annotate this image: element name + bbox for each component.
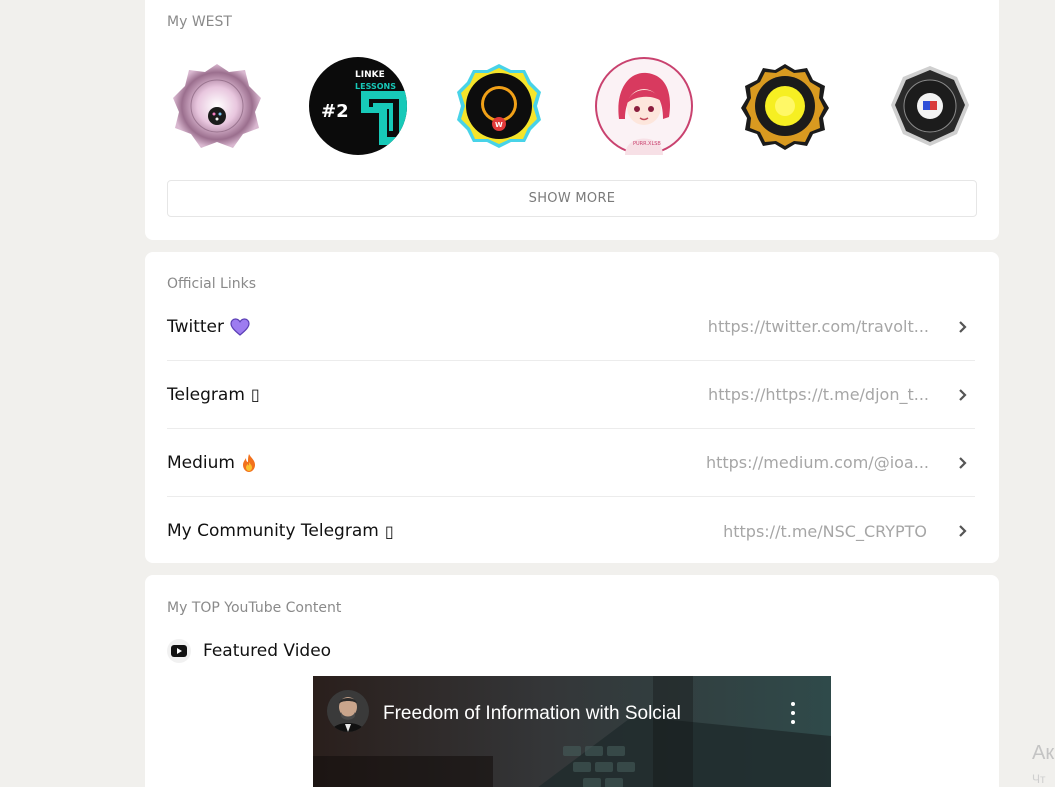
link-name: Medium xyxy=(167,452,235,473)
link-label: My Community Telegram ▯ xyxy=(167,521,394,541)
featured-video-label: Featured Video xyxy=(203,641,332,661)
link-list: Twitter https://twitter.com/travolt... T… xyxy=(167,293,975,565)
link-label: Medium xyxy=(167,453,257,473)
link-row-medium[interactable]: Medium https://medium.com/@ioa... xyxy=(167,429,975,497)
ftx-debacle-badge[interactable]: W xyxy=(449,56,549,156)
corner-overlay-subtext: Чт xyxy=(1032,772,1046,786)
youtube-section-title: My TOP YouTube Content xyxy=(167,600,342,616)
official-links-title: Official Links xyxy=(167,276,257,292)
official-links-card: Official Links Twitter https://twitter.c… xyxy=(145,252,999,563)
missing-glyph-icon: ▯ xyxy=(250,385,260,404)
pink-sparkle-badge-icon xyxy=(173,64,261,148)
event-judge-story-badge-icon xyxy=(891,66,969,146)
link-label: Telegram ▯ xyxy=(167,385,260,405)
featured-video-header: Featured Video xyxy=(167,639,331,663)
anime-girl-badge[interactable]: PURR.XLSB xyxy=(594,56,694,156)
my-west-title: My WEST xyxy=(167,14,232,30)
my-west-card: My WEST LINKE LESSONS #2 W PURR.XLSB SHO… xyxy=(145,0,999,240)
link-row-telegram[interactable]: Telegram ▯ https://https://t.me/djon_t..… xyxy=(167,361,975,429)
youtube-icon xyxy=(167,639,191,663)
anime-girl-badge-icon: PURR.XLSB xyxy=(595,57,693,155)
link-name: Telegram xyxy=(167,384,245,405)
link-url: https://t.me/NSC_CRYPTO xyxy=(723,521,927,541)
svg-text:LINKE: LINKE xyxy=(355,70,385,80)
link-label: Twitter xyxy=(167,317,250,337)
corner-overlay-text: Ак xyxy=(1032,742,1055,764)
fire-icon xyxy=(241,453,257,473)
pink-sparkle-badge[interactable] xyxy=(167,56,267,156)
link-url: https://https://t.me/djon_t... xyxy=(708,385,929,404)
badge-row: LINKE LESSONS #2 W PURR.XLSB xyxy=(167,56,977,156)
chevron-right-icon xyxy=(959,456,967,469)
video-title: Freedom of Information with Solcial xyxy=(383,703,681,724)
link-row-twitter[interactable]: Twitter https://twitter.com/travolt... xyxy=(167,293,975,361)
purple-heart-icon xyxy=(230,317,250,336)
event-judge-story-badge[interactable] xyxy=(880,56,980,156)
shootworld-nft-badge[interactable] xyxy=(735,56,835,156)
purple-heart-icon-svg xyxy=(230,317,250,336)
video-thumbnail xyxy=(313,676,831,787)
channel-avatar[interactable] xyxy=(327,690,369,732)
more-vert-icon[interactable] xyxy=(789,702,797,724)
youtube-icon-svg xyxy=(171,645,187,657)
linke-lessons-badge-icon: LINKE LESSONS #2 xyxy=(309,57,407,155)
link-row-community-telegram[interactable]: My Community Telegram ▯ https://t.me/NSC… xyxy=(167,497,975,565)
link-name: Twitter xyxy=(167,316,224,337)
chevron-right-icon xyxy=(959,525,967,537)
link-url: https://twitter.com/travolt... xyxy=(707,317,929,336)
video-player[interactable]: Freedom of Information with Solcial xyxy=(313,676,831,787)
svg-text:LESSONS: LESSONS xyxy=(355,82,396,91)
chevron-right-icon xyxy=(959,388,967,401)
fire-icon-svg xyxy=(242,453,255,472)
linke-lessons-badge[interactable]: LINKE LESSONS #2 xyxy=(308,56,408,156)
svg-text:W: W xyxy=(495,121,503,129)
show-more-button[interactable]: SHOW MORE xyxy=(167,180,977,217)
youtube-content-card: My TOP YouTube Content Featured Video Fr… xyxy=(145,575,999,787)
chevron-right-icon xyxy=(959,320,967,333)
missing-glyph-icon: ▯ xyxy=(384,521,394,541)
shootworld-nft-badge-icon xyxy=(741,64,829,150)
svg-text:#2: #2 xyxy=(321,101,349,122)
link-name: My Community Telegram xyxy=(167,521,379,541)
channel-avatar-svg xyxy=(327,690,369,732)
link-url: https://medium.com/@ioa... xyxy=(705,453,929,472)
svg-text:PURR.XLSB: PURR.XLSB xyxy=(633,141,661,147)
ftx-debacle-badge-icon: W xyxy=(457,64,541,148)
